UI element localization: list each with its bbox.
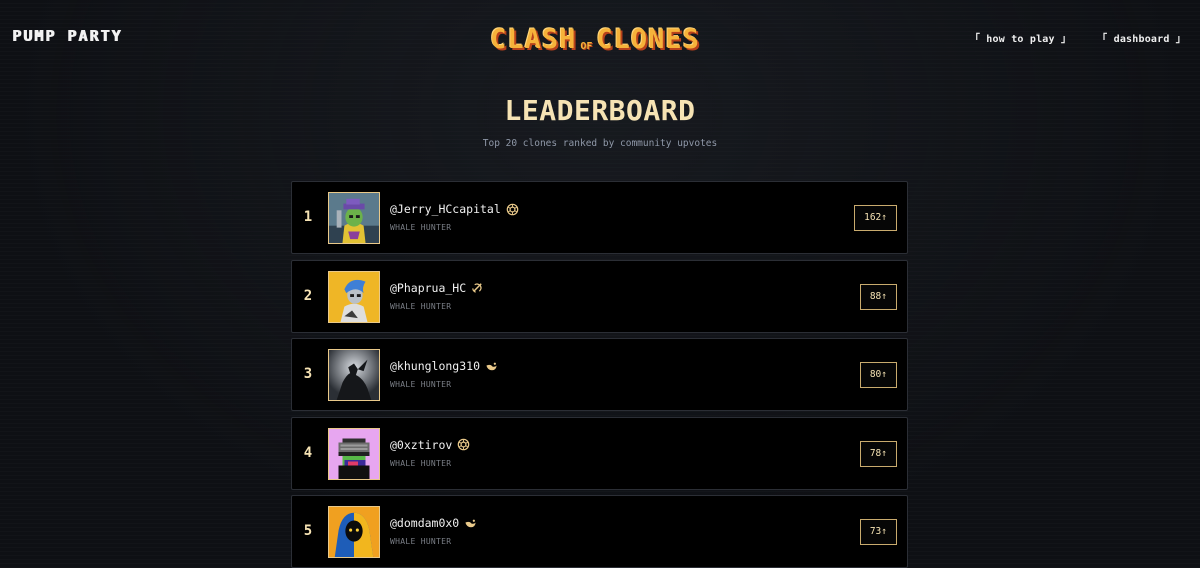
leaderboard-row[interactable]: 2 @Phaprua_HC WHALE HUNTER 88↑: [291, 259, 908, 333]
deepseek-icon: [486, 362, 497, 370]
logo-word-of: OF: [580, 41, 593, 52]
logo-word-clash: CLASH: [490, 24, 577, 55]
rank-number: 5: [303, 523, 313, 539]
user-role: WHALE HUNTER: [390, 223, 452, 232]
user-handle[interactable]: @domdam0x0: [390, 516, 477, 530]
top-nav: 「 how to play 」 「 dashboard 」: [970, 30, 1186, 45]
user-handle-text: @Phaprua_HC: [390, 280, 467, 295]
top-bar: PUMP PARTY CLASH OF CLONES 「 how to play…: [0, 0, 1200, 70]
page-title: LEADERBOARD: [504, 94, 696, 127]
nav-how-to-play[interactable]: 「 how to play 」: [970, 30, 1071, 45]
leaderboard-row[interactable]: 3 @khunglong310 WHALE HUNTER 80↑: [291, 338, 908, 411]
blue-hair-character-avatar[interactable]: [328, 270, 380, 323]
openai-icon: [506, 203, 519, 215]
silhouette-avatar[interactable]: [328, 349, 380, 401]
logo-word-clones: CLONES: [596, 24, 700, 55]
user-handle-text: @khunglong310: [390, 359, 481, 373]
user-handle[interactable]: @khunglong310: [390, 359, 498, 373]
user-role: WHALE HUNTER: [390, 537, 452, 546]
user-handle[interactable]: @Phaprua_HC: [390, 281, 484, 295]
pixel-visor-avatar[interactable]: [328, 427, 380, 480]
user-handle[interactable]: @0xztirov: [390, 438, 470, 452]
rank-number: 2: [303, 287, 313, 304]
page-subtitle: Top 20 clones ranked by community upvote…: [482, 138, 718, 149]
deepseek-icon: [465, 519, 476, 527]
leaderboard-row[interactable]: 5 @domdam0x0 WHALE HUNTER 73↑: [291, 495, 908, 568]
upvote-count-button[interactable]: 162↑: [854, 205, 897, 231]
user-handle-text: @Jerry_HCcapital: [390, 202, 501, 216]
openai-icon: [458, 438, 470, 451]
upvote-count-button[interactable]: 88↑: [859, 283, 897, 310]
upvote-count-button[interactable]: 80↑: [859, 362, 897, 388]
user-handle[interactable]: @Jerry_HCcapital: [390, 202, 519, 216]
leaderboard-list: 1 @Jerry_HCcapital WHALE HUNTER 162↑ 2 @…: [291, 181, 908, 568]
leaderboard-row[interactable]: 4 @0xztirov WHALE HUNTER 78↑: [291, 416, 908, 490]
upvote-count-button[interactable]: 73↑: [859, 519, 897, 545]
user-handle-text: @0xztirov: [390, 437, 453, 452]
grok-icon: [472, 283, 482, 293]
upvote-count-button[interactable]: 78↑: [859, 440, 897, 467]
rank-number: 4: [303, 444, 313, 461]
user-role: WHALE HUNTER: [390, 301, 452, 311]
rank-number: 1: [303, 209, 313, 225]
rank-number: 3: [303, 366, 313, 382]
nav-dashboard[interactable]: 「 dashboard 」: [1097, 30, 1186, 45]
green-character-avatar[interactable]: [328, 192, 380, 244]
hooded-figure-avatar[interactable]: [328, 506, 380, 558]
user-role: WHALE HUNTER: [390, 380, 452, 389]
clash-of-clones-logo[interactable]: CLASH OF CLONES: [472, 22, 718, 54]
leaderboard-row[interactable]: 1 @Jerry_HCcapital WHALE HUNTER 162↑: [291, 181, 908, 254]
user-handle-text: @domdam0x0: [390, 516, 460, 530]
user-role: WHALE HUNTER: [390, 458, 452, 468]
brand-logo[interactable]: PUMP PARTY: [12, 27, 122, 45]
